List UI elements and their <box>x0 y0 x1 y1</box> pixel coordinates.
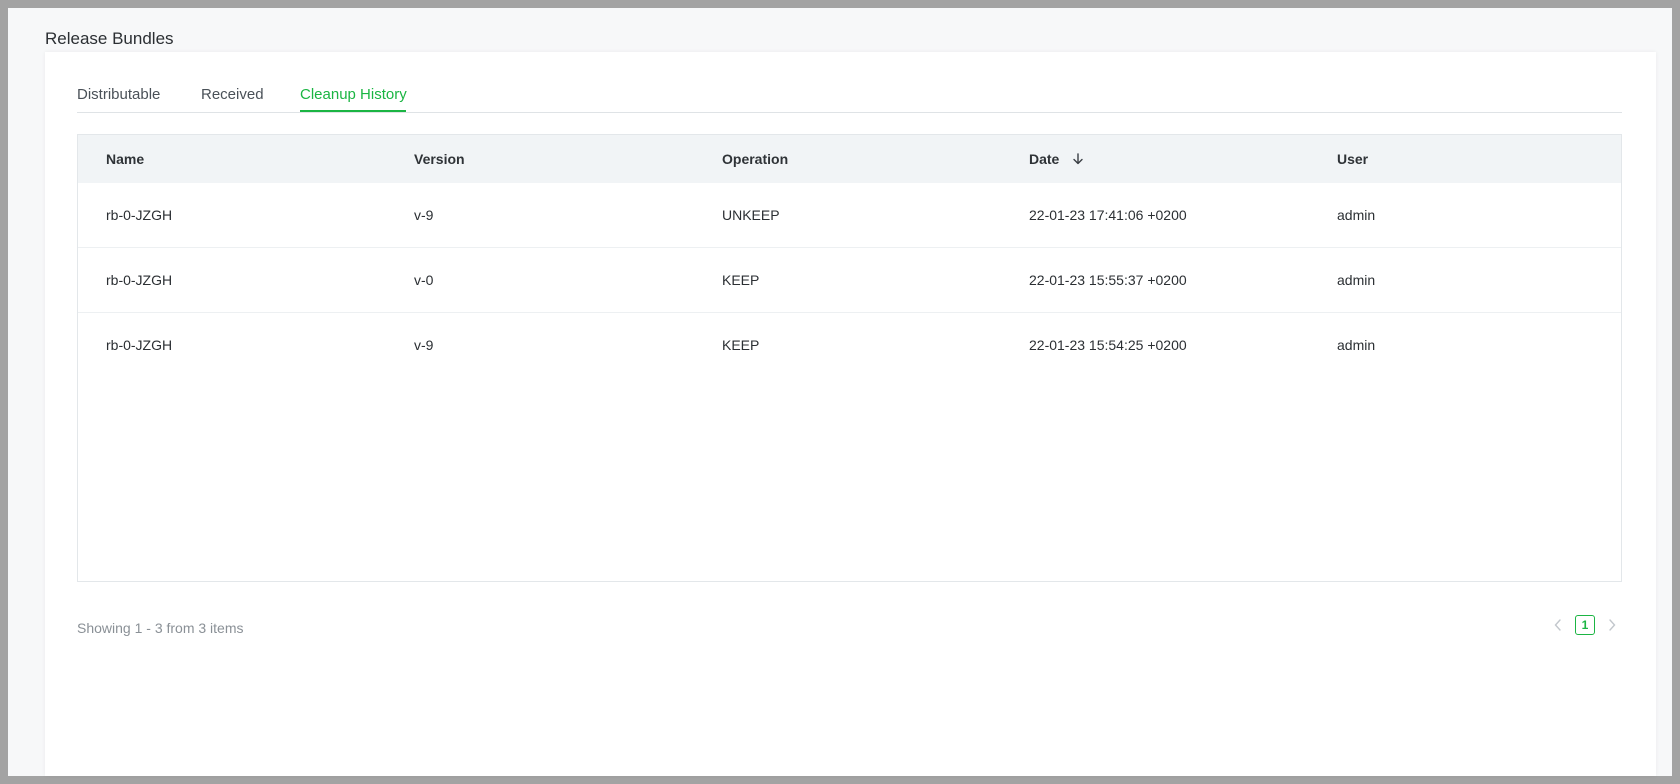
cell-version: v-9 <box>414 337 434 353</box>
column-header-date-label: Date <box>1029 151 1060 167</box>
cell-name: rb-0-JZGH <box>106 207 173 223</box>
cleanup-history-table: Name Version Operation Date User rb-0-JZ… <box>77 134 1622 582</box>
chevron-left-icon[interactable] <box>1549 614 1567 636</box>
column-header-user[interactable]: User <box>1337 151 1368 167</box>
cell-operation: KEEP <box>722 272 760 288</box>
cell-version: v-0 <box>414 272 434 288</box>
tab-received[interactable]: Received <box>201 86 264 103</box>
table-row[interactable]: rb-0-JZGH v-0 KEEP 22-01-23 15:55:37 +02… <box>78 248 1621 313</box>
page-button[interactable]: 1 <box>1575 615 1595 635</box>
cell-operation: UNKEEP <box>722 207 780 223</box>
cell-date: 22-01-23 15:55:37 +0200 <box>1029 272 1187 288</box>
cell-name: rb-0-JZGH <box>106 272 173 288</box>
page-title: Release Bundles <box>45 29 174 48</box>
items-count-text: Showing 1 - 3 from 3 items <box>77 620 244 636</box>
cell-date: 22-01-23 15:54:25 +0200 <box>1029 337 1187 353</box>
tab-distributable[interactable]: Distributable <box>77 86 160 103</box>
column-header-date[interactable]: Date <box>1029 151 1085 167</box>
table-row[interactable]: rb-0-JZGH v-9 UNKEEP 22-01-23 17:41:06 +… <box>78 183 1621 248</box>
tab-bar: Distributable Received Cleanup History <box>77 72 1622 113</box>
cell-name: rb-0-JZGH <box>106 337 173 353</box>
cell-user: admin <box>1337 207 1376 223</box>
cell-version: v-9 <box>414 207 434 223</box>
table-row[interactable]: rb-0-JZGH v-9 KEEP 22-01-23 15:54:25 +02… <box>78 313 1621 377</box>
column-header-version[interactable]: Version <box>414 151 465 167</box>
column-header-operation[interactable]: Operation <box>722 151 788 167</box>
cell-operation: KEEP <box>722 337 760 353</box>
arrow-down-icon[interactable] <box>1071 152 1085 166</box>
cell-user: admin <box>1337 272 1376 288</box>
content-card: Distributable Received Cleanup History N… <box>45 52 1656 776</box>
column-header-name[interactable]: Name <box>106 151 144 167</box>
chevron-right-icon[interactable] <box>1603 614 1621 636</box>
pagination: 1 <box>1549 614 1621 636</box>
table-header: Name Version Operation Date User <box>78 135 1621 183</box>
active-tab-indicator <box>300 110 406 112</box>
tab-cleanup-history[interactable]: Cleanup History <box>300 86 407 103</box>
app-frame: Release Bundles Distributable Received C… <box>8 8 1672 776</box>
cell-date: 22-01-23 17:41:06 +0200 <box>1029 207 1187 223</box>
cell-user: admin <box>1337 337 1376 353</box>
